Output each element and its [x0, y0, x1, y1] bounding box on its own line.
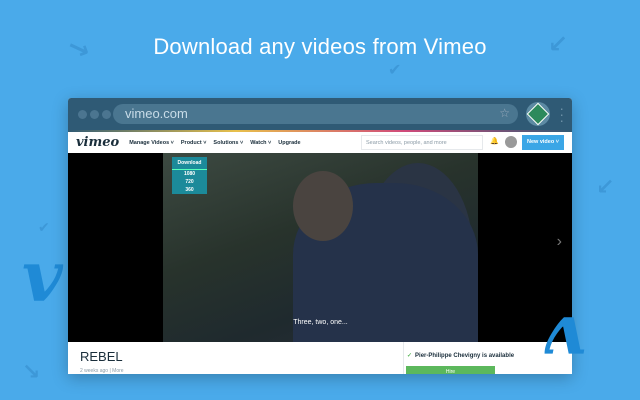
avatar[interactable] — [505, 136, 517, 148]
hire-button[interactable]: Hire — [406, 366, 495, 374]
video-title: REBEL — [80, 349, 123, 364]
nav-item-manage-videos[interactable]: Manage Videos ˅ — [129, 140, 174, 146]
video-meta: 2 weeks ago | More — [80, 368, 124, 374]
menu-kebab-icon[interactable]: · · · — [559, 101, 564, 127]
nav-item-watch[interactable]: Watch ˅ — [250, 140, 271, 146]
nav-item-upgrade[interactable]: Upgrade — [278, 140, 300, 146]
availability-text: ✓ Pier-Philippe Chevigny is available — [407, 352, 514, 359]
divider — [403, 342, 404, 374]
browser-toolbar: vimeo.com ☆ · · · — [68, 98, 572, 130]
download-option-720[interactable]: 720 — [172, 178, 207, 186]
download-option-360[interactable]: 360 — [172, 186, 207, 194]
address-bar[interactable]: vimeo.com ☆ — [113, 104, 518, 124]
check-decoration-icon: ✔ — [38, 220, 50, 236]
new-video-button[interactable]: New video ˅ — [522, 135, 564, 150]
window-dot[interactable] — [78, 110, 87, 119]
url-text: vimeo.com — [125, 106, 188, 121]
check-decoration-icon: ✔ — [388, 60, 402, 79]
window-dot[interactable] — [102, 110, 111, 119]
search-input[interactable]: Search videos, people, and more — [361, 135, 483, 150]
video-frame: Download 1080 720 360 Three, two, one... — [163, 153, 478, 342]
arrow-decoration-icon: ↙ — [596, 175, 615, 200]
download-extension-icon[interactable] — [526, 102, 550, 126]
download-option-1080[interactable]: 1080 — [172, 170, 207, 178]
subtitle: Three, two, one... — [293, 319, 348, 326]
video-details: REBEL 2 weeks ago | More ✓ Pier-Philippe … — [68, 342, 572, 374]
bell-icon[interactable]: 🔔 — [490, 137, 499, 145]
child-head — [293, 171, 353, 241]
download-menu: Download 1080 720 360 — [172, 157, 207, 194]
arrow-decoration-icon: ↘ — [22, 360, 41, 385]
headline: Download any videos from Vimeo — [153, 34, 487, 59]
vimeo-nav: vimeo Manage Videos ˅ Product ˅ Solution… — [68, 130, 572, 153]
availability-label: Pier-Philippe Chevigny is available — [415, 353, 515, 359]
nav-item-product[interactable]: Product ˅ — [181, 140, 207, 146]
vimeo-logo-decoration-icon: v — [545, 300, 586, 383]
vimeo-logo[interactable]: vimeo — [76, 135, 119, 150]
window-dot[interactable] — [90, 110, 99, 119]
vimeo-logo-decoration-icon: v — [22, 235, 63, 318]
browser-window: vimeo.com ☆ · · · vimeo Manage Videos ˅ Pro… — [68, 98, 572, 374]
nav-item-solutions[interactable]: Solutions ˅ — [213, 140, 243, 146]
chevron-right-icon[interactable]: › — [557, 233, 562, 251]
star-icon[interactable]: ☆ — [499, 106, 510, 120]
video-player[interactable]: Download 1080 720 360 Three, two, one...… — [68, 153, 572, 342]
download-label: Download — [172, 157, 207, 170]
check-icon: ✓ — [407, 353, 413, 359]
